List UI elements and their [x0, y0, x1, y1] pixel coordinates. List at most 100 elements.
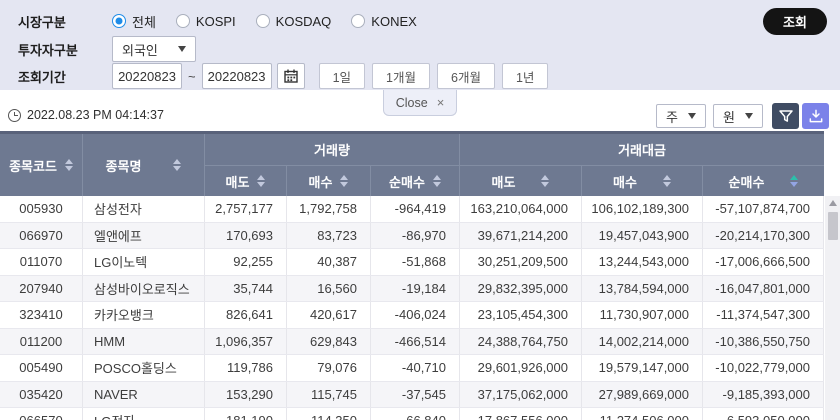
scrollbar-thumb[interactable] [827, 212, 838, 240]
table-cell: 40,387 [287, 249, 371, 275]
table-row[interactable]: 066570LG전자181,190114,350-66,84017,867,55… [0, 408, 824, 420]
radio-option-kospi[interactable]: KOSPI [175, 14, 236, 29]
close-tab-label: Close [395, 95, 428, 110]
col-header-buy-value[interactable]: 매수 [582, 166, 703, 196]
close-icon[interactable]: × [437, 95, 445, 110]
date-separator: ~ [188, 68, 196, 84]
table-cell: 19,579,147,000 [582, 355, 703, 381]
calendar-button[interactable] [276, 63, 305, 89]
sort-icon [662, 175, 671, 187]
timestamp: 2022.08.23 PM 04:14:37 [8, 108, 164, 122]
table-cell: -16,047,801,000 [703, 275, 824, 301]
col-header-stock-code[interactable]: 종목코드 [0, 134, 83, 196]
clock-icon [8, 108, 21, 122]
group-header-volume: 거래량 [205, 134, 460, 166]
table-cell: 13,784,594,000 [582, 275, 703, 301]
table-row[interactable]: 005490 POSCO홀딩스 119,786 79,076 -40,710 29,601… [0, 355, 824, 382]
table-body: 005930 삼성전자 2,757,177 1,792,758 -964,419 163,… [0, 196, 824, 420]
table-cell: 005930 [0, 196, 83, 222]
date-to-input[interactable]: 20220823 [201, 63, 272, 89]
sort-icon [340, 175, 349, 187]
close-tab[interactable]: Close × [383, 90, 457, 116]
radio-icon [255, 14, 270, 28]
table-cell: 19,457,043,900 [582, 222, 703, 248]
radio-option-konex[interactable]: KONEX [351, 14, 417, 29]
unit-currency-value: 원 [723, 109, 735, 125]
investor-select[interactable]: 외국인 [112, 36, 196, 62]
unit-share-value: 주 [666, 109, 678, 125]
filter-icon [778, 110, 793, 122]
col-header-sell-volume[interactable]: 매도 [205, 166, 287, 196]
table-cell: -19,184 [371, 275, 460, 301]
radio-option-all[interactable]: 전체 [112, 12, 156, 31]
filter-button[interactable] [772, 103, 799, 129]
table-cell: 420,617 [287, 302, 371, 328]
col-header-net-volume[interactable]: 순매수 [371, 166, 460, 196]
table-row[interactable]: 066970 엘앤에프 170,693 83,723 -86,970 39,671,214… [0, 222, 824, 249]
table-cell: 24,388,764,750 [460, 328, 582, 354]
table-cell: -57,107,874,700 [703, 196, 824, 222]
table-cell: HMM [83, 328, 205, 354]
market-filter-row: 시장구분 전체 KOSPI KOSDAQ KONEX [18, 9, 437, 33]
table-cell: 153,290 [205, 381, 287, 407]
sort-icon [432, 175, 441, 187]
table-cell: NAVER [83, 381, 205, 407]
table-row[interactable]: 323410 카카오뱅크 826,641 420,617 -406,024 23,105,… [0, 302, 824, 329]
table-cell: 13,244,543,000 [582, 249, 703, 275]
radio-selected-icon [112, 14, 126, 28]
table-cell: 30,251,209,500 [460, 249, 582, 275]
table-cell: 2,757,177 [205, 196, 287, 222]
table-row[interactable]: 011070 LG이노텍 92,255 40,387 -51,868 30,251,209… [0, 249, 824, 276]
col-header-sell-value[interactable]: 매도 [460, 166, 582, 196]
table-cell: 011200 [0, 328, 83, 354]
quick-range-1day-button[interactable]: 1일 [318, 63, 366, 89]
triangle-up-icon [828, 200, 837, 206]
download-button[interactable] [802, 103, 829, 129]
col-header-stock-name[interactable]: 종목명 [83, 134, 205, 196]
table-row[interactable]: 011200 HMM 1,096,357 629,843 -466,514 24,388,… [0, 328, 824, 355]
table-cell: -20,214,170,300 [703, 222, 824, 248]
table-cell: 16,560 [287, 275, 371, 301]
table-cell: LG전자 [83, 408, 205, 420]
quick-range-1year-button[interactable]: 1년 [501, 63, 549, 89]
table-cell: -10,022,779,000 [703, 355, 824, 381]
table-cell: 170,693 [205, 222, 287, 248]
group-header-value: 거래대금 [460, 134, 824, 166]
quick-range-1month-button[interactable]: 1개월 [372, 63, 430, 89]
col-header-net-value[interactable]: 순매수 [703, 166, 824, 196]
table-cell: -466,514 [371, 328, 460, 354]
table-cell: LG이노텍 [83, 249, 205, 275]
investor-select-value: 외국인 [122, 42, 158, 58]
unit-currency-select[interactable]: 원 [713, 104, 763, 128]
radio-label: KONEX [371, 13, 417, 29]
table-cell: -6,593,050,000 [703, 408, 824, 420]
table-cell: 005490 [0, 355, 83, 381]
table-row[interactable]: 035420 NAVER 153,290 115,745 -37,545 37,175,0… [0, 381, 824, 408]
col-header-buy-volume[interactable]: 매수 [287, 166, 371, 196]
table-cell: 066570 [0, 408, 83, 420]
unit-share-select[interactable]: 주 [656, 104, 706, 128]
table-cell: 323410 [0, 302, 83, 328]
table-cell: 카카오뱅크 [83, 302, 205, 328]
table-cell: -51,868 [371, 249, 460, 275]
vertical-scrollbar[interactable] [825, 196, 840, 420]
table-row[interactable]: 005930 삼성전자 2,757,177 1,792,758 -964,419 163,… [0, 196, 824, 223]
table-cell: -66,840 [371, 408, 460, 420]
quick-range-6month-button[interactable]: 6개월 [437, 63, 495, 89]
table-cell: 1,792,758 [287, 196, 371, 222]
table-cell: -964,419 [371, 196, 460, 222]
table-cell: 035420 [0, 381, 83, 407]
search-button[interactable]: 조회 [763, 8, 827, 35]
radio-label: 전체 [132, 14, 156, 30]
table-cell: 011070 [0, 249, 83, 275]
filter-panel: 시장구분 전체 KOSPI KOSDAQ KONEX 투자자구분 외국인 조회기… [0, 0, 840, 90]
scroll-up-button[interactable] [825, 196, 840, 210]
table-row[interactable]: 207940 삼성바이오로직스 35,744 16,560 -19,184 29,832,… [0, 275, 824, 302]
table-cell: -37,545 [371, 381, 460, 407]
table-cell: 23,105,454,300 [460, 302, 582, 328]
date-from-input[interactable]: 20220823 [112, 63, 182, 89]
table-cell: 207940 [0, 275, 83, 301]
table-cell: 11,274,506,000 [582, 408, 703, 420]
radio-option-kosdaq[interactable]: KOSDAQ [255, 14, 331, 29]
table-cell: 115,745 [287, 381, 371, 407]
